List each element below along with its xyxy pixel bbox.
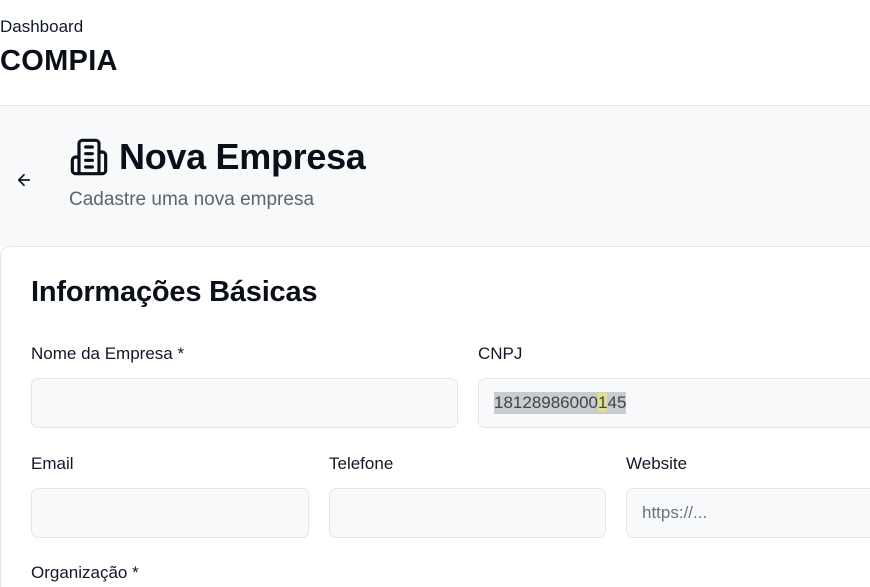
section-title: Informações Básicas bbox=[31, 276, 318, 308]
website-placeholder: https://... bbox=[642, 503, 708, 522]
arrow-left-icon bbox=[17, 173, 31, 187]
top-bar: Dashboard COMPIA bbox=[0, 0, 870, 106]
website-input[interactable]: https://... bbox=[626, 488, 870, 538]
phone-input[interactable] bbox=[329, 488, 606, 538]
building-icon bbox=[70, 138, 108, 176]
cnpj-label: CNPJ bbox=[478, 344, 523, 363]
company-name-label: Nome da Empresa * bbox=[31, 344, 185, 363]
organization-label: Organização * bbox=[31, 563, 139, 582]
cnpj-value: 18128986000145 bbox=[494, 392, 627, 414]
basic-info-card: Informações Básicas Nome da Empresa * CN… bbox=[0, 246, 870, 587]
cnpj-input[interactable]: 18128986000145 bbox=[478, 378, 870, 428]
back-button[interactable] bbox=[12, 168, 36, 192]
website-label: Website bbox=[626, 454, 688, 473]
breadcrumb[interactable]: Dashboard bbox=[0, 17, 83, 37]
cnpj-value-start: 18128986000 bbox=[494, 393, 599, 412]
company-name-input[interactable] bbox=[31, 378, 458, 428]
page-title-row: Nova Empresa bbox=[69, 136, 366, 178]
brand-logo[interactable]: COMPIA bbox=[0, 45, 118, 78]
page-title: Nova Empresa bbox=[119, 136, 366, 177]
page-header: Nova Empresa Cadastre uma nova empresa bbox=[0, 106, 870, 246]
phone-label: Telefone bbox=[329, 454, 394, 473]
email-label: Email bbox=[31, 454, 74, 473]
page-subtitle: Cadastre uma nova empresa bbox=[69, 189, 315, 210]
cnpj-value-end: 45 bbox=[607, 393, 627, 412]
email-input[interactable] bbox=[31, 488, 309, 538]
